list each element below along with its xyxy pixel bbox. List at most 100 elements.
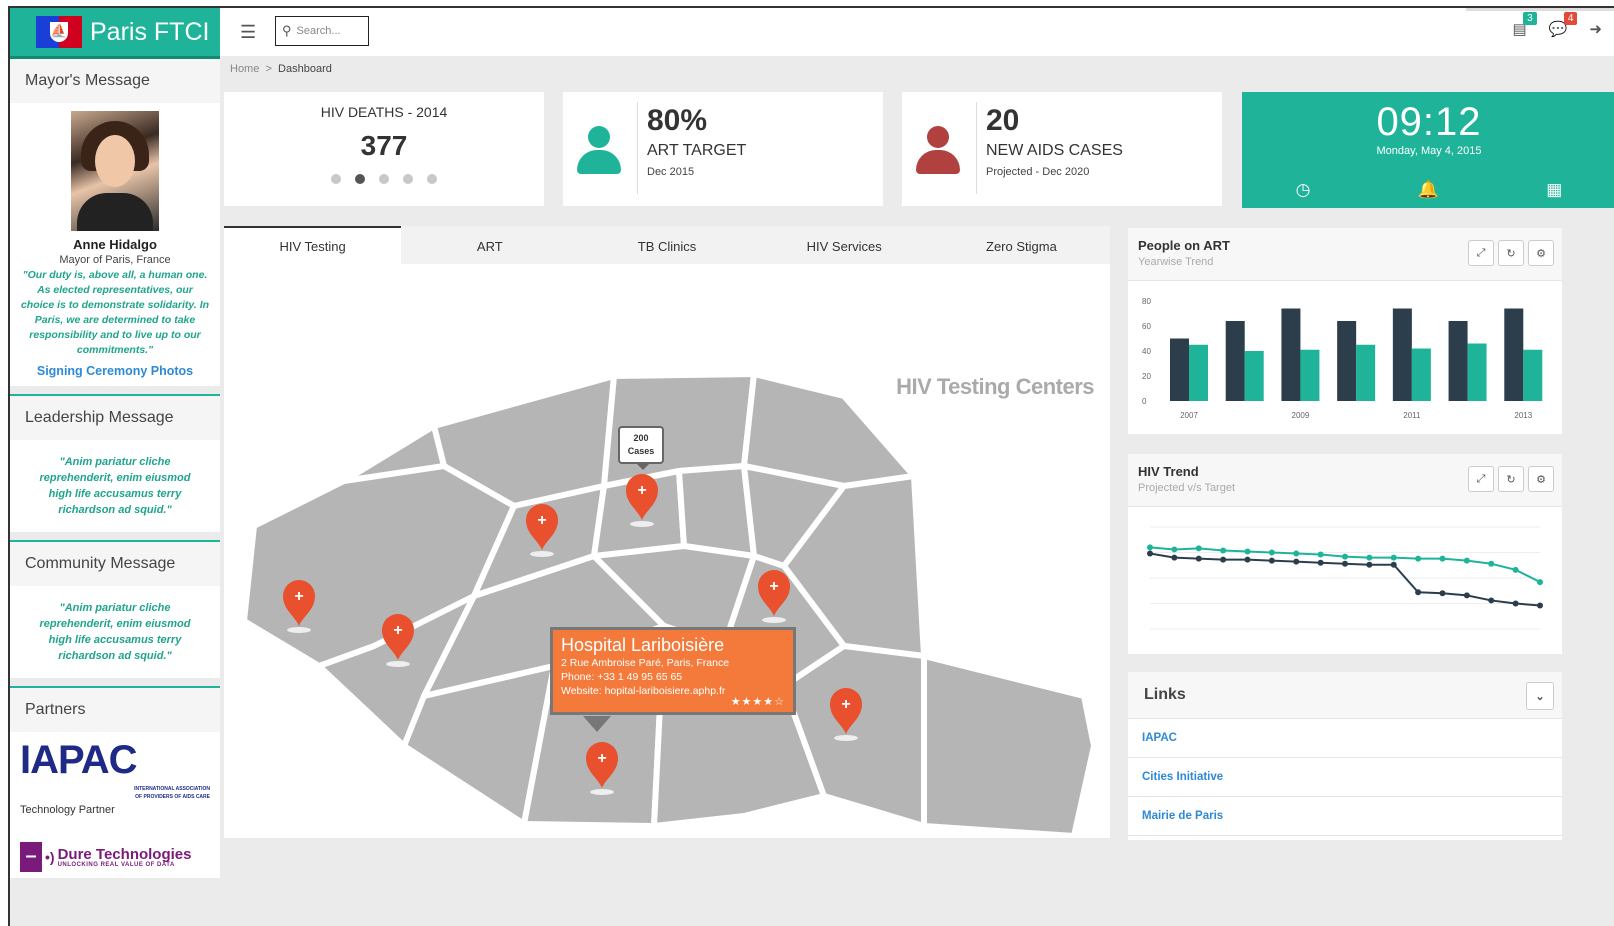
bar <box>1392 308 1412 401</box>
cases-value: 200 <box>633 433 649 443</box>
dure-logo[interactable]: – •) Dure Technologies UNLOCKING REAL VA… <box>20 842 210 872</box>
clock-time: 09:12 <box>1376 100 1482 144</box>
leadership-quote: "Anim pariatur cliche reprehenderit, eni… <box>39 456 191 516</box>
art-target-card: 80% ART TARGET Dec 2015 <box>563 92 883 206</box>
data-point <box>1220 547 1227 554</box>
data-point <box>1537 579 1543 586</box>
bar <box>1337 321 1357 401</box>
link-mairie-de-paris[interactable]: Mairie de Paris <box>1128 797 1562 836</box>
paris-map[interactable]: + + + + + + + <box>224 226 1110 838</box>
signal-icon: •) <box>45 849 55 865</box>
x-tick-label: 2007 <box>1180 411 1198 420</box>
bar <box>1467 343 1487 401</box>
data-point <box>1463 592 1470 599</box>
breadcrumb-current: Dashboard <box>278 63 332 75</box>
widget-header: HIV Trend Projected v/s Target ⤢ ↻ ⚙ <box>1128 454 1562 507</box>
bar <box>1189 344 1208 401</box>
data-point <box>1342 553 1348 560</box>
bar <box>1244 351 1264 401</box>
top-bar: ☰ ⚲ Search... ▤ 3 💬 4 ➜ <box>220 8 1614 56</box>
partners-heading: Partners <box>10 688 220 732</box>
menu-toggle-icon[interactable]: ☰ <box>240 22 256 43</box>
bell-icon[interactable]: 🔔 <box>1418 180 1439 200</box>
art-target-label: ART TARGET <box>647 142 747 159</box>
refresh-icon[interactable]: ↻ <box>1498 240 1524 266</box>
community-message-heading: Community Message <box>10 542 220 586</box>
data-point <box>1147 544 1153 551</box>
data-point <box>1195 545 1202 552</box>
settings-icon[interactable]: ⚙ <box>1528 240 1554 266</box>
data-point <box>1268 557 1275 564</box>
y-tick-label: 0 <box>1142 397 1147 406</box>
signing-ceremony-link[interactable]: Signing Ceremony Photos <box>20 364 210 378</box>
expand-icon[interactable]: ⤢ <box>1468 240 1494 266</box>
paris-flag-icon: ⛵ <box>36 16 82 48</box>
technology-partner-label: Technology Partner <box>20 804 115 816</box>
widget-header: People on ART Yearwise Trend ⤢ ↻ ⚙ <box>1128 228 1562 281</box>
data-point <box>1317 551 1324 558</box>
data-point <box>1268 549 1275 556</box>
links-widget: Links ⌄ IAPAC Cities Initiative Mairie d… <box>1128 672 1562 840</box>
mayor-message-heading: Mayor's Message <box>10 59 220 103</box>
tasks-icon[interactable]: ▤ 3 <box>1513 12 1537 38</box>
mayor-quote: "Our duty is, above all, a human one. As… <box>20 269 210 356</box>
data-point <box>1171 546 1178 553</box>
search-box[interactable]: ⚲ Search... <box>275 16 369 46</box>
data-point <box>1244 556 1251 563</box>
user-icon <box>577 126 621 174</box>
iapac-logo-text: IAPAC <box>20 738 137 782</box>
brand[interactable]: ⛵ Paris FTCI <box>10 8 220 59</box>
data-point <box>1293 550 1300 557</box>
data-point <box>1171 554 1178 561</box>
art-target-date: Dec 2015 <box>647 166 695 178</box>
partners-body: IAPAC INTERNATIONAL ASSOCIATION OF PROVI… <box>10 732 220 878</box>
dure-box-icon: – <box>20 842 42 872</box>
expand-icon[interactable]: ⤢ <box>1468 466 1494 492</box>
iapac-logo[interactable]: IAPAC <box>20 740 210 784</box>
data-point <box>1390 554 1397 561</box>
data-point <box>1220 556 1227 563</box>
calendar-icon[interactable]: ▦ <box>1546 180 1562 200</box>
hiv-deaths-card: HIV DEATHS - 2014 377 <box>224 92 544 206</box>
data-point <box>1415 555 1422 562</box>
popup-rating: ★★★★☆ <box>730 696 785 708</box>
carousel-dot[interactable] <box>403 174 413 184</box>
bar <box>1300 349 1320 401</box>
widget-buttons: ⤢ ↻ ⚙ <box>1468 240 1554 266</box>
data-point <box>1390 561 1397 568</box>
hiv-trend-widget: HIV Trend Projected v/s Target ⤢ ↻ ⚙ <box>1128 454 1562 654</box>
data-point <box>1439 590 1446 597</box>
carousel-dot[interactable] <box>355 174 365 184</box>
data-point <box>1488 560 1495 567</box>
cases-tooltip: 200 Cases <box>618 426 664 470</box>
settings-icon[interactable]: ⚙ <box>1528 466 1554 492</box>
search-input[interactable]: Search... <box>297 25 341 37</box>
carousel-dot[interactable] <box>427 174 437 184</box>
widget-title: HIV Trend <box>1138 464 1199 479</box>
community-message-body: "Anim pariatur cliche reprehenderit, eni… <box>10 586 220 678</box>
hospital-popup[interactable]: Hospital Lariboisière 2 Rue Ambroise Par… <box>550 627 796 732</box>
data-point <box>1317 559 1324 566</box>
popup-title: Hospital Lariboisière <box>561 635 725 655</box>
x-tick-label: 2013 <box>1514 411 1532 420</box>
hiv-trend-chart <box>1147 526 1543 630</box>
chevron-down-icon[interactable]: ⌄ <box>1526 682 1554 710</box>
sign-out-icon[interactable]: ➜ <box>1589 20 1602 38</box>
data-point <box>1488 597 1495 604</box>
clock-icon[interactable]: ◷ <box>1296 180 1311 200</box>
data-point <box>1244 548 1251 555</box>
clock-icons: ◷ 🔔 ▦ <box>1242 180 1614 200</box>
link-iapac[interactable]: IAPAC <box>1128 719 1562 758</box>
y-tick-label: 60 <box>1142 322 1151 331</box>
search-icon: ⚲ <box>282 23 292 38</box>
breadcrumb-home[interactable]: Home <box>230 63 259 75</box>
svg-text:+: + <box>637 482 646 499</box>
y-tick-label: 20 <box>1142 372 1151 381</box>
app-frame: ⛵ Paris FTCI Mayor's Message Anne Hidalg… <box>8 6 1614 926</box>
link-cities-initiative[interactable]: Cities Initiative <box>1128 758 1562 797</box>
comments-icon[interactable]: 💬 4 <box>1549 12 1578 38</box>
top-icons: ▤ 3 💬 4 ➜ <box>1513 12 1602 38</box>
refresh-icon[interactable]: ↻ <box>1498 466 1524 492</box>
carousel-dot[interactable] <box>379 174 389 184</box>
carousel-dot[interactable] <box>331 174 341 184</box>
